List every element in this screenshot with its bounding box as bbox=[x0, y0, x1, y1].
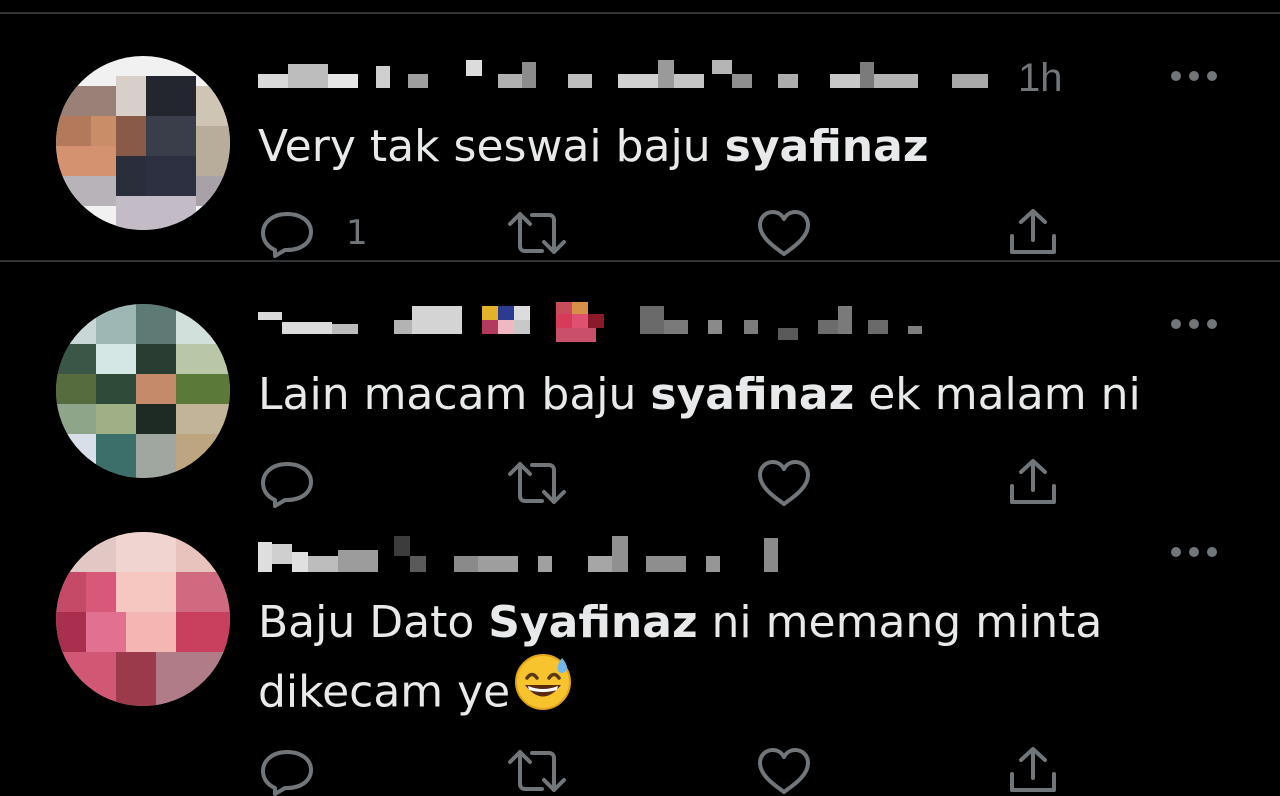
like-button[interactable] bbox=[756, 208, 812, 258]
tweet-text: Lain macam baju syafinaz ek malam ni bbox=[258, 362, 1238, 428]
tweet-text: Very tak seswai baju syafinaz bbox=[258, 114, 1238, 180]
avatar[interactable] bbox=[56, 56, 230, 230]
reply-count: 1 bbox=[346, 213, 368, 253]
reply-icon bbox=[261, 212, 313, 258]
share-button[interactable] bbox=[1006, 458, 1060, 508]
retweet-button[interactable] bbox=[506, 208, 568, 258]
reply-button[interactable] bbox=[258, 746, 346, 796]
tweet-text-part: Lain macam baju bbox=[258, 369, 651, 420]
tweet-1[interactable]: 1h Very tak seswai baju syafinaz 1 bbox=[0, 0, 1280, 262]
tweet-text-bold: syafinaz bbox=[650, 369, 855, 420]
tweet-3[interactable]: Baju Dato Syafinaz ni memang minta dikec… bbox=[0, 524, 1280, 796]
share-icon bbox=[1010, 459, 1056, 504]
reply-icon bbox=[261, 750, 313, 796]
like-button[interactable] bbox=[756, 458, 812, 508]
user-name-obscured[interactable] bbox=[258, 302, 948, 342]
tweet-text-bold: syafinaz bbox=[724, 121, 929, 172]
tweet-text-bold: Syafinaz bbox=[488, 597, 698, 648]
retweet-button[interactable] bbox=[506, 746, 568, 796]
user-name-obscured[interactable] bbox=[258, 56, 998, 96]
avatar[interactable] bbox=[56, 304, 230, 478]
share-icon bbox=[1010, 747, 1056, 792]
retweet-button[interactable] bbox=[506, 458, 568, 508]
more-options-icon[interactable] bbox=[1166, 314, 1222, 334]
more-options-icon[interactable] bbox=[1166, 66, 1222, 86]
like-icon bbox=[758, 210, 810, 256]
like-icon bbox=[758, 748, 810, 794]
share-button[interactable] bbox=[1006, 208, 1060, 258]
reply-button[interactable]: 1 bbox=[258, 208, 368, 258]
tweet-text-part: ni memang minta bbox=[697, 597, 1103, 648]
grinning-face-with-sweat-icon bbox=[514, 652, 572, 729]
tweet-text-part: ek malam ni bbox=[854, 369, 1141, 420]
retweet-icon bbox=[508, 212, 566, 254]
tweet-2[interactable]: Lain macam baju syafinaz ek malam ni bbox=[0, 262, 1280, 524]
tweet-text-part: Very tak seswai baju bbox=[258, 121, 725, 172]
tweet-text: Baju Dato Syafinaz ni memang minta dikec… bbox=[258, 590, 1238, 733]
tweet-text-line2: dikecam ye bbox=[258, 666, 511, 718]
retweet-icon bbox=[508, 750, 566, 792]
share-button[interactable] bbox=[1006, 746, 1060, 796]
reply-button[interactable] bbox=[258, 458, 346, 508]
like-button[interactable] bbox=[756, 746, 812, 796]
user-name-obscured[interactable] bbox=[258, 530, 798, 572]
tweet-text-part: Baju Dato bbox=[258, 597, 489, 648]
like-icon bbox=[758, 460, 810, 506]
retweet-icon bbox=[508, 462, 566, 504]
more-options-icon[interactable] bbox=[1166, 542, 1222, 562]
avatar[interactable] bbox=[56, 532, 230, 706]
reply-icon bbox=[261, 462, 313, 508]
tweet-timestamp[interactable]: 1h bbox=[1018, 56, 1063, 101]
share-icon bbox=[1010, 209, 1056, 254]
